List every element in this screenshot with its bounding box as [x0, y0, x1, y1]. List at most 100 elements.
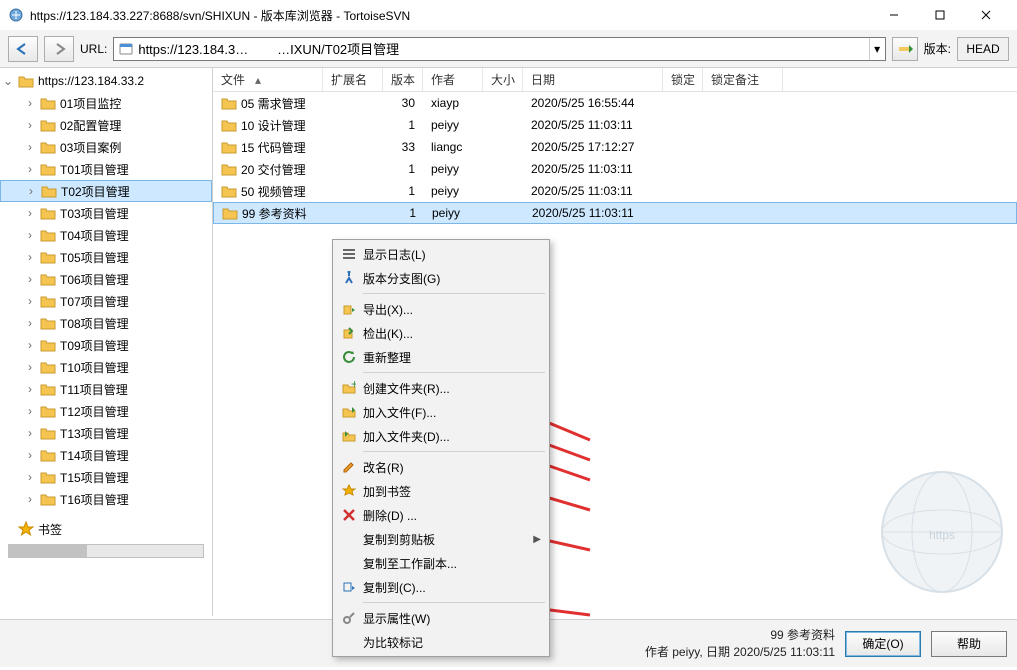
expand-icon[interactable]: ›: [24, 162, 36, 176]
folder-icon: [41, 184, 57, 198]
tree-item[interactable]: › T07项目管理: [0, 290, 212, 312]
sort-asc-icon: ▴: [255, 73, 261, 87]
expand-icon[interactable]: ›: [24, 448, 36, 462]
url-field-wrap: ▾: [113, 37, 885, 61]
tree-item[interactable]: › T15项目管理: [0, 466, 212, 488]
expand-icon[interactable]: ›: [24, 250, 36, 264]
menu-item[interactable]: 复制到(C)...: [335, 575, 547, 599]
log-icon: [339, 247, 359, 261]
tree-root[interactable]: ⌄ https://123.184.33.2: [0, 70, 212, 92]
tree-item[interactable]: › T05项目管理: [0, 246, 212, 268]
list-row[interactable]: 10 设计管理 1 peiyy 2020/5/25 11:03:11: [213, 114, 1017, 136]
menu-item[interactable]: 显示日志(L): [335, 242, 547, 266]
tree-item[interactable]: › T01项目管理: [0, 158, 212, 180]
expand-icon[interactable]: ›: [24, 426, 36, 440]
menu-item[interactable]: + 创建文件夹(R)...: [335, 376, 547, 400]
expand-icon[interactable]: ›: [24, 316, 36, 330]
tree-item[interactable]: › T12项目管理: [0, 400, 212, 422]
minimize-button[interactable]: [871, 0, 917, 30]
tree-item[interactable]: › T16项目管理: [0, 488, 212, 510]
bookmarks-section[interactable]: 书签: [0, 518, 212, 540]
collapse-icon[interactable]: ⌄: [2, 74, 14, 88]
tree-item[interactable]: › T13项目管理: [0, 422, 212, 444]
col-file[interactable]: 文件▴: [213, 68, 323, 91]
folder-icon: [40, 272, 56, 286]
col-ext[interactable]: 扩展名: [323, 68, 383, 91]
col-lock[interactable]: 锁定: [663, 68, 703, 91]
col-date[interactable]: 日期: [523, 68, 663, 91]
expand-icon[interactable]: ›: [24, 96, 36, 110]
expand-icon[interactable]: ›: [24, 492, 36, 506]
menu-item[interactable]: 为比较标记: [335, 630, 547, 654]
menu-item[interactable]: 显示属性(W): [335, 606, 547, 630]
tree-item[interactable]: › T03项目管理: [0, 202, 212, 224]
expand-icon[interactable]: ›: [24, 470, 36, 484]
col-size[interactable]: 大小: [483, 68, 523, 91]
list-row[interactable]: 50 视频管理 1 peiyy 2020/5/25 11:03:11: [213, 180, 1017, 202]
checkout-icon: [339, 326, 359, 340]
expand-icon[interactable]: ›: [24, 228, 36, 242]
forward-button[interactable]: [44, 36, 74, 62]
list-row[interactable]: 15 代码管理 33 liangc 2020/5/25 17:12:27: [213, 136, 1017, 158]
folder-icon: [40, 118, 56, 132]
tree-item[interactable]: › T11项目管理: [0, 378, 212, 400]
list-row[interactable]: 99 参考资料 1 peiyy 2020/5/25 11:03:11: [213, 202, 1017, 224]
tree-pane[interactable]: ⌄ https://123.184.33.2 › 01项目监控 › 02配置管理…: [0, 68, 213, 616]
tree-hscrollbar[interactable]: [8, 544, 204, 558]
menu-item[interactable]: 复制至工作副本...: [335, 551, 547, 575]
close-button[interactable]: [963, 0, 1009, 30]
menu-item[interactable]: 加到书签: [335, 479, 547, 503]
url-input[interactable]: [138, 38, 868, 60]
list-row[interactable]: 20 交付管理 1 peiyy 2020/5/25 11:03:11: [213, 158, 1017, 180]
menu-item[interactable]: 删除(D) ...: [335, 503, 547, 527]
menu-item[interactable]: 加入文件(F)...: [335, 400, 547, 424]
help-button[interactable]: 帮助: [931, 631, 1007, 657]
tree-item[interactable]: › T14项目管理: [0, 444, 212, 466]
menu-item[interactable]: 版本分支图(G): [335, 266, 547, 290]
col-note[interactable]: 锁定备注: [703, 68, 783, 91]
tree-item[interactable]: › 01项目监控: [0, 92, 212, 114]
ok-button[interactable]: 确定(O): [845, 631, 921, 657]
col-rev[interactable]: 版本: [383, 68, 423, 91]
star-icon: [18, 521, 34, 537]
menu-separator: [363, 372, 545, 373]
tree-item[interactable]: › T10项目管理: [0, 356, 212, 378]
tree-item[interactable]: › T08项目管理: [0, 312, 212, 334]
maximize-button[interactable]: [917, 0, 963, 30]
expand-icon[interactable]: ›: [24, 338, 36, 352]
expand-icon[interactable]: ›: [25, 184, 37, 198]
menu-item[interactable]: 加入文件夹(D)...: [335, 424, 547, 448]
context-menu: 显示日志(L) 版本分支图(G) 导出(X)... 检出(K)... 重新整理 …: [332, 239, 550, 657]
tree-item[interactable]: › 02配置管理: [0, 114, 212, 136]
tree-item[interactable]: › T09项目管理: [0, 334, 212, 356]
go-button[interactable]: [892, 37, 918, 61]
expand-icon[interactable]: ›: [24, 118, 36, 132]
expand-icon[interactable]: ›: [24, 294, 36, 308]
expand-icon[interactable]: ›: [24, 272, 36, 286]
tree-item[interactable]: › T06项目管理: [0, 268, 212, 290]
expand-icon[interactable]: ›: [24, 382, 36, 396]
addfolder-icon: [339, 429, 359, 443]
menu-item[interactable]: 检出(K)...: [335, 321, 547, 345]
graph-icon: [339, 271, 359, 285]
list-row[interactable]: 05 需求管理 30 xiayp 2020/5/25 16:55:44: [213, 92, 1017, 114]
menu-separator: [363, 451, 545, 452]
tree-item[interactable]: › 03项目案例: [0, 136, 212, 158]
expand-icon[interactable]: ›: [24, 360, 36, 374]
expand-icon[interactable]: ›: [24, 206, 36, 220]
expand-icon[interactable]: ›: [24, 140, 36, 154]
col-auth[interactable]: 作者: [423, 68, 483, 91]
tree-item[interactable]: › T02项目管理: [0, 180, 212, 202]
menu-item[interactable]: 改名(R): [335, 455, 547, 479]
expand-icon[interactable]: ›: [24, 404, 36, 418]
menu-item[interactable]: 重新整理: [335, 345, 547, 369]
bookmark-icon: [339, 484, 359, 498]
url-dropdown-icon[interactable]: ▾: [869, 38, 885, 60]
menu-item[interactable]: 复制到剪贴板 ▶: [335, 527, 547, 551]
folder-icon: [40, 206, 56, 220]
folder-icon: [40, 250, 56, 264]
back-button[interactable]: [8, 36, 38, 62]
revision-field[interactable]: HEAD: [957, 37, 1009, 61]
menu-item[interactable]: 导出(X)...: [335, 297, 547, 321]
tree-item[interactable]: › T04项目管理: [0, 224, 212, 246]
